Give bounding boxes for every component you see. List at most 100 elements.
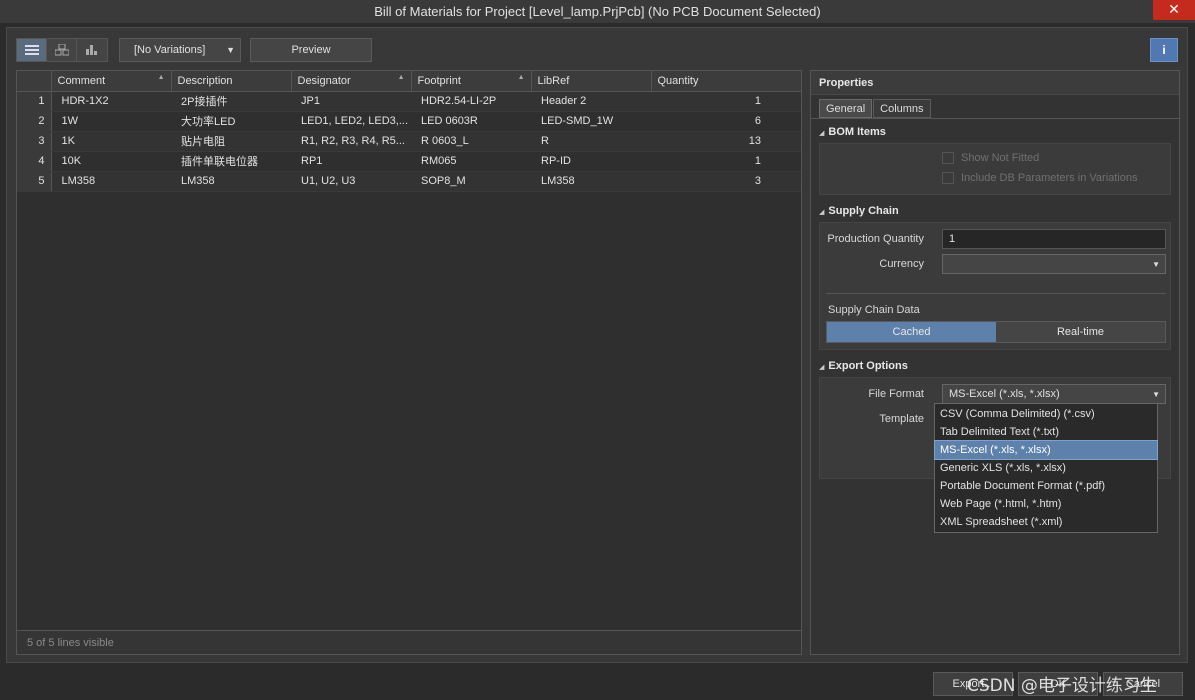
cell-designator: RP1 bbox=[291, 151, 411, 172]
grid-status: 5 of 5 lines visible bbox=[17, 630, 801, 654]
realtime-button[interactable]: Real-time bbox=[996, 322, 1165, 342]
cell-designator: LED1, LED2, LED3,... bbox=[291, 111, 411, 132]
properties-panel: Properties General Columns ◢ BOM Items Sh… bbox=[810, 70, 1180, 655]
variations-select[interactable]: [No Variations] ▼ bbox=[119, 38, 241, 62]
table-row[interactable]: 1 HDR-1X2 2P接插件 JP1 HDR2.54-LI-2P Header… bbox=[17, 91, 801, 112]
cell-libref: LM358 bbox=[531, 171, 651, 192]
info-button[interactable]: i bbox=[1150, 38, 1178, 62]
cell-footprint: HDR2.54-LI-2P bbox=[411, 91, 531, 112]
row-index: 3 bbox=[17, 131, 52, 152]
column-header-comment[interactable]: Comment ▲ bbox=[51, 71, 172, 92]
cached-button[interactable]: Cached bbox=[827, 322, 996, 342]
template-label: Template bbox=[879, 413, 924, 425]
file-format-select[interactable]: MS-Excel (*.xls, *.xlsx) ▼ bbox=[942, 384, 1166, 404]
format-option-txt[interactable]: Tab Delimited Text (*.txt) bbox=[935, 423, 1157, 441]
flat-view-icon[interactable] bbox=[17, 39, 47, 61]
column-header-quantity[interactable]: Quantity bbox=[651, 71, 802, 92]
cell-comment: 1W bbox=[51, 111, 171, 132]
cell-quantity: 1 bbox=[651, 151, 801, 172]
base-view-icon[interactable] bbox=[47, 39, 77, 61]
cell-designator: U1, U2, U3 bbox=[291, 171, 411, 192]
tab-general[interactable]: General bbox=[819, 99, 873, 118]
currency-select[interactable]: ▼ bbox=[942, 254, 1166, 274]
production-qty-input[interactable]: 1 bbox=[942, 229, 1166, 249]
cell-footprint: R 0603_L bbox=[411, 131, 531, 152]
collapse-triangle-icon: ◢ bbox=[819, 364, 825, 371]
table-row[interactable]: 5 LM358 LM358 U1, U2, U3 SOP8_M LM358 3 bbox=[17, 171, 801, 192]
supply-chain-box: Production Quantity 1 Currency ▼ Supply … bbox=[819, 222, 1171, 350]
close-button[interactable]: ✕ bbox=[1153, 0, 1195, 20]
column-header-footprint[interactable]: Footprint ▲ bbox=[411, 71, 532, 92]
cell-description: 2P接插件 bbox=[171, 91, 291, 112]
supply-chain-data-label: Supply Chain Data bbox=[828, 304, 920, 316]
cell-description: LM358 bbox=[171, 171, 291, 192]
chevron-down-icon: ▼ bbox=[1152, 390, 1160, 399]
production-qty-label: Production Quantity bbox=[827, 233, 924, 245]
checkbox-box bbox=[942, 172, 954, 184]
cell-description: 贴片电阻 bbox=[171, 131, 291, 152]
view-mode-group bbox=[16, 38, 108, 62]
cell-footprint: RM065 bbox=[411, 151, 531, 172]
supply-chain-data-toggle: Cached Real-time bbox=[826, 321, 1166, 343]
sort-up-icon: ▲ bbox=[157, 74, 165, 81]
file-format-label: File Format bbox=[868, 388, 924, 400]
format-option-xml[interactable]: XML Spreadsheet (*.xml) bbox=[935, 513, 1157, 531]
row-index: 1 bbox=[17, 91, 52, 112]
chevron-down-icon: ▼ bbox=[1152, 260, 1160, 269]
cell-comment: 10K bbox=[51, 151, 171, 172]
format-option-csv[interactable]: CSV (Comma Delimited) (*.csv) bbox=[935, 405, 1157, 423]
row-index: 5 bbox=[17, 171, 52, 192]
preview-button[interactable]: Preview bbox=[250, 38, 372, 62]
table-row[interactable]: 2 1W 大功率LED LED1, LED2, LED3,... LED 060… bbox=[17, 111, 801, 132]
table-row[interactable]: 3 1K 贴片电阻 R1, R2, R3, R4, R5... R 0603_L… bbox=[17, 131, 801, 152]
section-supply-chain[interactable]: ◢ Supply Chain bbox=[819, 205, 899, 217]
cell-libref: Header 2 bbox=[531, 91, 651, 112]
cell-footprint: LED 0603R bbox=[411, 111, 531, 132]
cell-libref: R bbox=[531, 131, 651, 152]
cell-footprint: SOP8_M bbox=[411, 171, 531, 192]
tab-columns[interactable]: Columns bbox=[873, 99, 931, 118]
table-row[interactable]: 4 10K 插件单联电位器 RP1 RM065 RP-ID 1 bbox=[17, 151, 801, 172]
cell-designator: JP1 bbox=[291, 91, 411, 112]
properties-tabs: General Columns bbox=[819, 99, 932, 118]
show-not-fitted-checkbox[interactable]: Show Not Fitted bbox=[942, 152, 1039, 164]
column-header-designator[interactable]: Designator ▲ bbox=[291, 71, 412, 92]
row-index: 4 bbox=[17, 151, 52, 172]
column-header-libref[interactable]: LibRef bbox=[531, 71, 652, 92]
cell-description: 大功率LED bbox=[171, 111, 291, 132]
watermark-text: CSDN @电子设计练习生 bbox=[967, 676, 1157, 696]
grid-header-row: Comment ▲ Description Designator ▲ Footpri… bbox=[17, 71, 802, 92]
cell-quantity: 3 bbox=[651, 171, 801, 192]
checkbox-box bbox=[942, 152, 954, 164]
format-option-pdf[interactable]: Portable Document Format (*.pdf) bbox=[935, 477, 1157, 495]
bom-items-box: Show Not Fitted Include DB Parameters in… bbox=[819, 143, 1171, 195]
cell-quantity: 13 bbox=[651, 131, 801, 152]
cell-designator: R1, R2, R3, R4, R5... bbox=[291, 131, 411, 152]
dialog-body: [No Variations] ▼ Preview i Comment ▲ Des… bbox=[6, 27, 1188, 663]
column-header-index bbox=[17, 71, 52, 92]
properties-title: Properties bbox=[811, 71, 1179, 95]
format-option-msexcel[interactable]: MS-Excel (*.xls, *.xlsx) bbox=[934, 440, 1158, 460]
bom-grid: Comment ▲ Description Designator ▲ Footpri… bbox=[16, 70, 802, 655]
cell-libref: RP-ID bbox=[531, 151, 651, 172]
sort-up-icon: ▲ bbox=[397, 74, 405, 81]
collapse-triangle-icon: ◢ bbox=[819, 130, 825, 137]
tab-divider bbox=[811, 118, 1179, 119]
variations-value: [No Variations] bbox=[134, 44, 206, 56]
window-titlebar: Bill of Materials for Project [Level_lam… bbox=[0, 0, 1195, 24]
cell-libref: LED-SMD_1W bbox=[531, 111, 651, 132]
cell-quantity: 6 bbox=[651, 111, 801, 132]
currency-label: Currency bbox=[879, 258, 924, 270]
sort-up-icon: ▲ bbox=[517, 74, 525, 81]
row-index: 2 bbox=[17, 111, 52, 132]
file-format-dropdown: CSV (Comma Delimited) (*.csv) Tab Delimi… bbox=[934, 403, 1158, 533]
cell-description: 插件单联电位器 bbox=[171, 151, 291, 172]
format-option-generic-xls[interactable]: Generic XLS (*.xls, *.xlsx) bbox=[935, 459, 1157, 477]
section-bom-items[interactable]: ◢ BOM Items bbox=[819, 126, 886, 138]
include-db-params-checkbox[interactable]: Include DB Parameters in Variations bbox=[942, 172, 1138, 184]
section-export-options[interactable]: ◢ Export Options bbox=[819, 360, 908, 372]
chart-view-icon[interactable] bbox=[77, 39, 107, 61]
window-title: Bill of Materials for Project [Level_lam… bbox=[374, 4, 821, 19]
format-option-html[interactable]: Web Page (*.html, *.htm) bbox=[935, 495, 1157, 513]
column-header-description[interactable]: Description bbox=[171, 71, 292, 92]
